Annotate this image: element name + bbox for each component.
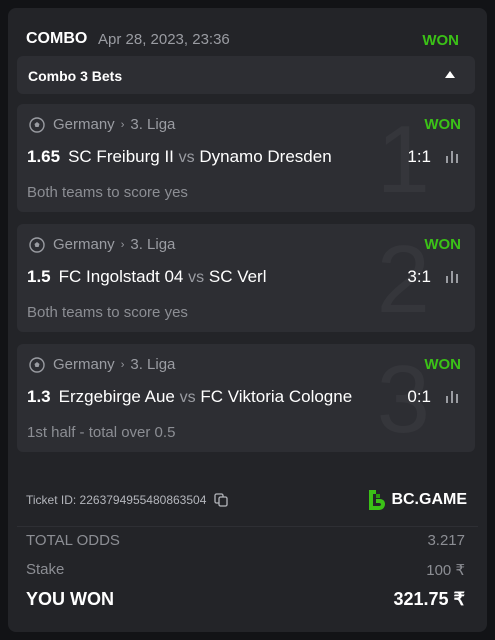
caret-up-icon [445,71,455,78]
soccer-ball-icon [29,356,45,373]
league-name: 3. Liga [130,236,176,253]
stake-value: 100 ₹ [426,562,465,579]
ticket-id-label: Ticket ID: 226379495548086350​4 [26,493,207,507]
bet-type-title: COMBO [26,30,88,47]
brand-name: BC.GAME [391,491,467,508]
country-name: Germany [53,236,115,253]
soccer-ball-icon [29,116,45,133]
match-line: 1.3 Erzgebirge Aue vs FC Viktoria Cologne [27,387,352,407]
versus-label: vs [188,269,205,286]
league-name: 3. Liga [130,116,176,133]
market-description: 1st half - total over 0.5 [27,424,176,441]
divider [17,526,478,527]
bet-selection-3: 3 Germany › 3. Liga WON 1.3 Erzgebirge Au… [17,344,475,452]
match-line: 1.65 SC Freiburg II vs Dynamo Dresden [27,147,332,167]
brand: BC.GAME [366,489,467,511]
bc-game-logo [369,490,386,510]
home-team: Erzgebirge Aue [58,387,175,406]
combo-label: Combo 3 Bets [28,68,123,84]
combo-toggle[interactable]: Combo 3 Bets [17,56,475,94]
away-team: Dynamo Dresden [199,147,332,166]
selection-status: WON [424,236,461,253]
league-name: 3. Liga [130,356,176,373]
league-info: Germany › 3. Liga [29,116,175,133]
bet-status-badge: WON [422,32,459,49]
total-odds-label: TOTAL ODDS [26,532,120,549]
selection-odds: 1.3 [27,387,51,406]
match-score: 0:1 [407,387,431,406]
chevron-right-icon: › [120,238,125,251]
copy-icon[interactable] [214,493,229,507]
match-line: 1.5 FC Ingolstadt 04 vs SC Verl [27,267,267,287]
versus-label: vs [179,389,196,406]
stats-icon[interactable] [444,269,460,285]
selection-odds: 1.5 [27,267,51,286]
bet-header: COMBO Apr 28, 2023, 23:36 WON [26,28,469,52]
total-odds-value: 3.217 [427,532,465,549]
match-score: 1:1 [407,147,431,166]
league-info: Germany › 3. Liga [29,356,175,373]
stats-icon[interactable] [444,149,460,165]
selection-status: WON [424,116,461,133]
soccer-ball-icon [29,236,45,253]
stake-label: Stake [26,561,65,578]
ticket-id: Ticket ID: 226379495548086350​4 [26,493,229,507]
versus-label: vs [178,149,195,166]
country-name: Germany [53,116,115,133]
bet-selection-1: 1 Germany › 3. Liga WON 1.65 SC Freiburg … [17,104,475,212]
market-description: Both teams to score yes [27,304,188,321]
home-team: FC Ingolstadt 04 [58,267,184,286]
away-team: FC Viktoria Cologne [200,387,353,406]
chevron-right-icon: › [120,358,125,371]
market-description: Both teams to score yes [27,184,188,201]
home-team: SC Freiburg II [68,147,174,166]
bet-selection-2: 2 Germany › 3. Liga WON 1.5 FC Ingolstadt… [17,224,475,332]
you-won-value: 321.75 ₹ [393,589,465,609]
league-info: Germany › 3. Liga [29,236,175,253]
you-won-label: YOU WON [26,589,114,609]
bet-slip-card: COMBO Apr 28, 2023, 23:36 WON Combo 3 Be… [8,8,487,632]
selection-odds: 1.65 [27,147,61,166]
country-name: Germany [53,356,115,373]
bet-date: Apr 28, 2023, 23:36 [98,31,230,48]
match-score: 3:1 [407,267,431,286]
selection-status: WON [424,356,461,373]
away-team: SC Verl [208,267,267,286]
stats-icon[interactable] [444,389,460,405]
chevron-right-icon: › [120,118,125,131]
